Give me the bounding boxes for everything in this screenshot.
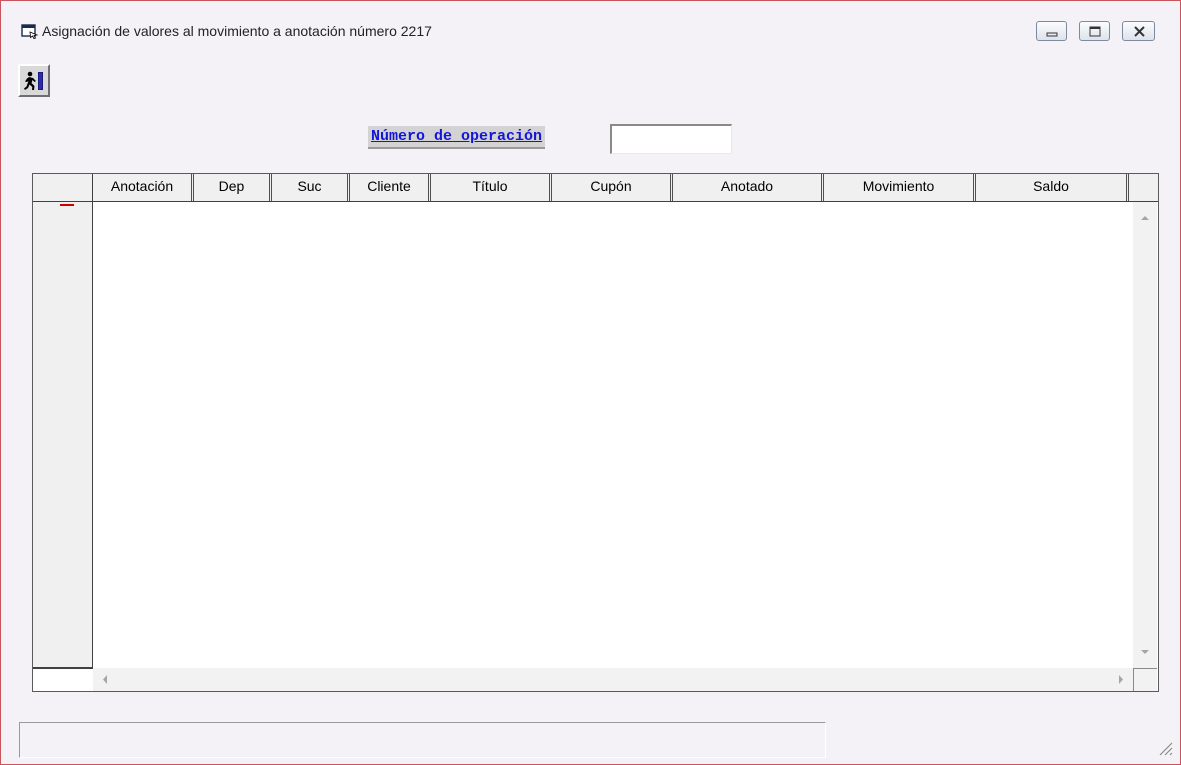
movements-grid[interactable]: Anotación Dep Suc Cliente Título Cupón A… [32,173,1159,692]
scroll-up-button[interactable] [1133,206,1157,230]
column-header-suc[interactable]: Suc [272,174,350,201]
column-header-cupon[interactable]: Cupón [552,174,673,201]
main-window: Asignación de valores al movimiento a an… [0,0,1181,765]
arrow-up-icon [1141,216,1149,220]
vertical-scrollbar[interactable] [1133,202,1157,668]
scrollbar-corner [1133,668,1157,691]
arrow-down-icon [1141,650,1149,654]
column-header-saldo[interactable]: Saldo [976,174,1129,201]
minimize-button[interactable] [1036,21,1067,41]
minimize-icon [1046,32,1058,37]
operation-number-label: Número de operación [368,126,546,149]
maximize-icon [1089,26,1101,37]
title-bar: Asignación de valores al movimiento a an… [1,1,1180,45]
grid-corner-cell[interactable] [33,174,93,201]
close-icon [1134,26,1145,37]
exit-door-icon [24,71,43,90]
exit-button[interactable] [18,64,50,97]
operation-number-input[interactable] [610,124,732,154]
status-bar-panel [19,722,826,758]
scroll-left-button[interactable] [93,668,117,692]
grid-header: Anotación Dep Suc Cliente Título Cupón A… [33,174,1158,202]
column-header-dep[interactable]: Dep [194,174,272,201]
close-button[interactable] [1122,21,1155,41]
arrow-left-icon [103,675,107,684]
horizontal-scrollbar[interactable] [93,668,1133,691]
scroll-down-button[interactable] [1133,640,1157,664]
resize-grip-icon[interactable] [1154,737,1174,757]
current-row-indicator [60,204,74,206]
window-title: Asignación de valores al movimiento a an… [42,23,432,39]
column-header-titulo[interactable]: Título [431,174,552,201]
column-header-movimiento[interactable]: Movimiento [824,174,976,201]
row-selector-column[interactable] [33,202,93,668]
scroll-right-button[interactable] [1109,668,1133,692]
grid-body[interactable] [93,202,1133,668]
row-selector-footer [33,668,93,691]
arrow-right-icon [1119,675,1123,684]
window-app-icon[interactable] [21,23,39,40]
column-header-cliente[interactable]: Cliente [350,174,431,201]
column-header-anotado[interactable]: Anotado [673,174,824,201]
maximize-button[interactable] [1079,21,1110,41]
column-header-anotacion[interactable]: Anotación [93,174,194,201]
